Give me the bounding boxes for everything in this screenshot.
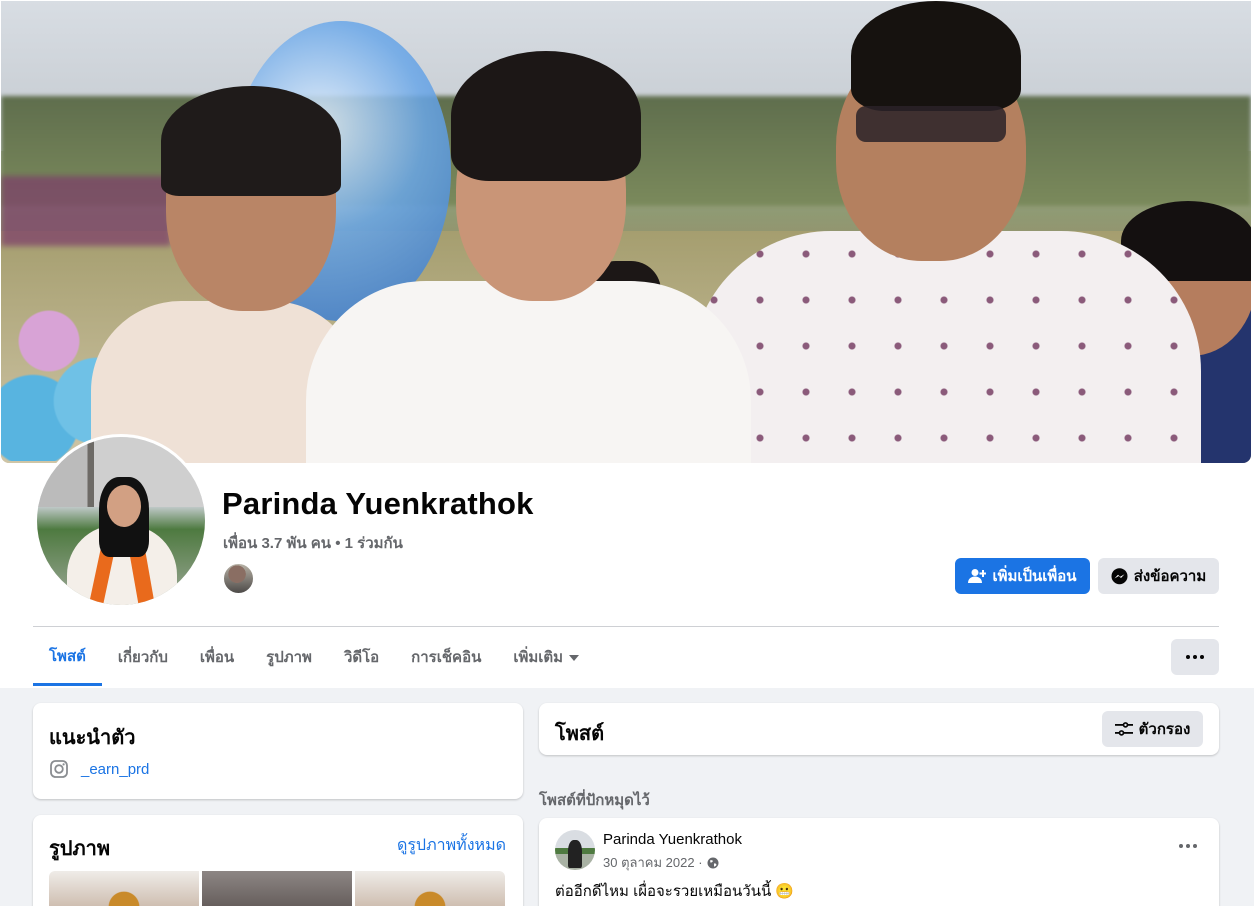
friends-count[interactable]: เพื่อน 3.7 พัน คน • 1 ร่วมกัน — [223, 531, 403, 555]
tab-label: เกี่ยวกับ — [117, 649, 168, 666]
photo-thumbnail[interactable] — [49, 871, 199, 906]
tab-about[interactable]: เกี่ยวกับ — [102, 628, 184, 686]
photos-card: รูปภาพ ดูรูปภาพทั้งหมด — [33, 815, 523, 906]
mutual-friend-avatar[interactable] — [222, 562, 255, 595]
more-dots-icon — [1179, 844, 1183, 848]
cover-photo[interactable] — [1, 1, 1251, 463]
instagram-icon — [50, 760, 68, 778]
tab-videos[interactable]: วิดีโอ — [328, 628, 395, 686]
tab-more[interactable]: เพิ่มเติม — [497, 628, 595, 686]
profile-name: Parinda Yuenkrathok — [222, 486, 534, 521]
intro-title: แนะนำตัว — [49, 727, 136, 749]
tab-checkins[interactable]: การเช็คอิน — [395, 628, 497, 686]
pinned-post: Parinda Yuenkrathok 30 ตุลาคม 2022 · ต่อ… — [539, 818, 1219, 906]
intro-card: แนะนำตัว _earn_prd — [33, 703, 523, 799]
tab-label: รูปภาพ — [266, 649, 312, 666]
globe-icon — [707, 857, 719, 868]
profile-header: Parinda Yuenkrathok เพื่อน 3.7 พัน คน • … — [0, 0, 1254, 688]
message-button[interactable]: ส่งข้อความ — [1098, 558, 1219, 594]
instagram-handle[interactable]: _earn_prd — [81, 761, 149, 778]
messenger-icon — [1111, 567, 1128, 584]
posts-title: โพสต์ — [555, 723, 605, 745]
tab-posts[interactable]: โพสต์ — [33, 628, 102, 686]
add-friend-label: เพิ่มเป็นเพื่อน — [992, 568, 1077, 585]
tab-label: วิดีโอ — [343, 649, 380, 666]
post-author-name[interactable]: Parinda Yuenkrathok — [603, 831, 742, 848]
tab-photos[interactable]: รูปภาพ — [250, 628, 328, 686]
header-divider — [33, 626, 1219, 627]
post-author-avatar[interactable] — [555, 830, 595, 870]
photo-thumbnail[interactable] — [355, 871, 505, 906]
tab-label: การเช็คอิน — [411, 649, 482, 666]
tab-label: เพิ่มเติม — [513, 649, 564, 666]
tab-label: โพสต์ — [49, 647, 86, 665]
filter-icon — [1114, 722, 1133, 736]
add-friend-icon — [968, 569, 987, 583]
photo-thumbnail[interactable] — [202, 871, 352, 906]
post-text: ต่ออีกดีไหม เผื่อจะรวยเหมือนวันนี้ 😬 — [555, 883, 795, 900]
filter-label: ตัวกรอง — [1138, 721, 1191, 738]
posts-header-card: โพสต์ ตัวกรอง — [539, 703, 1219, 755]
more-dots-icon — [1186, 655, 1190, 659]
tab-label: เพื่อน — [199, 649, 235, 666]
filter-button[interactable]: ตัวกรอง — [1102, 711, 1203, 747]
instagram-link[interactable]: _earn_prd — [49, 759, 149, 779]
post-date[interactable]: 30 ตุลาคม 2022 · — [603, 852, 703, 873]
message-label: ส่งข้อความ — [1133, 568, 1207, 585]
add-friend-button[interactable]: เพิ่มเป็นเพื่อน — [955, 558, 1090, 594]
see-all-photos-link[interactable]: ดูรูปภาพทั้งหมด — [397, 833, 506, 858]
more-options-button[interactable] — [1171, 639, 1219, 675]
profile-picture[interactable] — [37, 437, 205, 605]
photos-title: รูปภาพ — [49, 838, 111, 860]
tab-friends[interactable]: เพื่อน — [184, 628, 250, 686]
pinned-posts-label: โพสต์ที่ปักหมุดไว้ — [539, 792, 650, 809]
caret-down-icon — [569, 655, 580, 661]
post-meta: 30 ตุลาคม 2022 · — [603, 852, 719, 873]
post-options-button[interactable] — [1173, 838, 1203, 854]
profile-tabs: โพสต์ เกี่ยวกับ เพื่อน รูปภาพ วิดีโอ การ… — [33, 628, 595, 688]
